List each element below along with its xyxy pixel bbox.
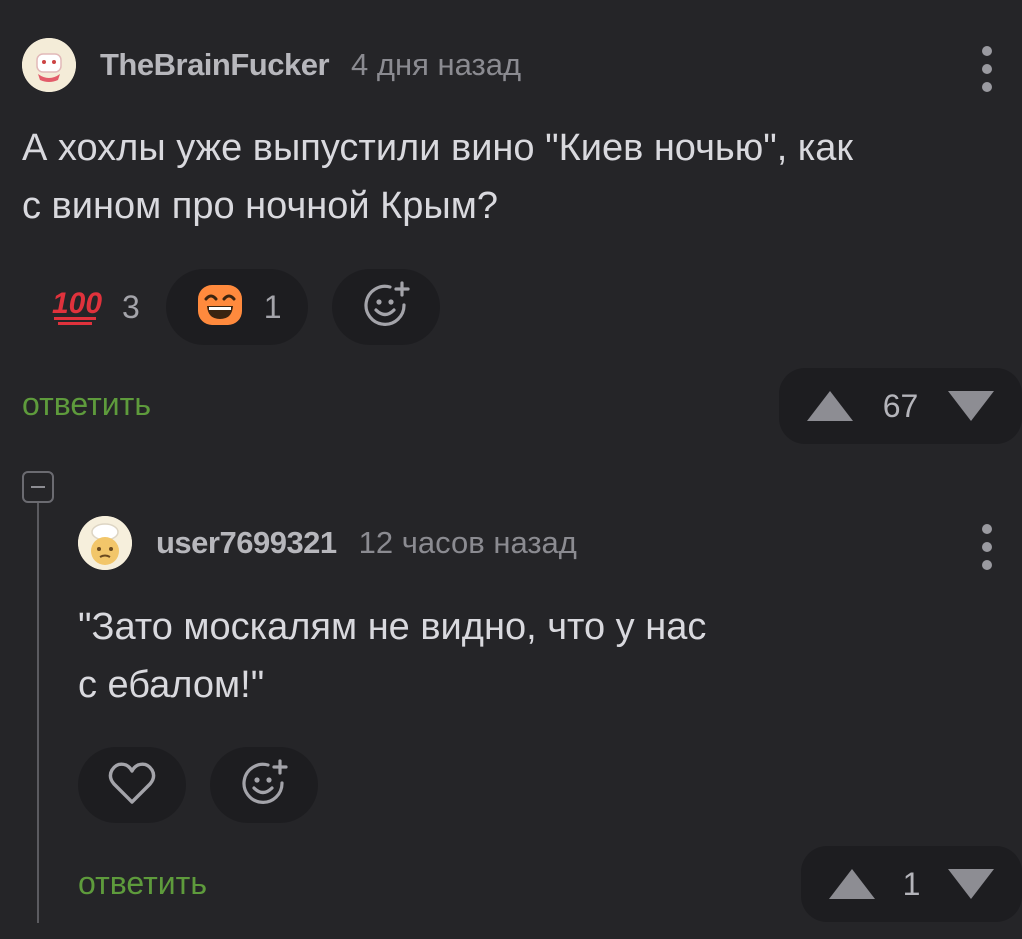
add-reaction-button[interactable]	[210, 747, 318, 823]
reply-text-line: с ебалом!"	[78, 664, 265, 706]
comment-text-line: А хохлы уже выпустили вино "Киев ночью",…	[22, 127, 854, 169]
rating-score: 1	[902, 865, 921, 902]
reply-text-line: "Зато москалям не видно, что у нас	[78, 606, 707, 648]
downvote-icon[interactable]	[948, 391, 994, 421]
vote-control: 67	[779, 368, 1022, 444]
vote-control: 1	[801, 846, 1022, 922]
author-name[interactable]: TheBrainFucker	[100, 47, 330, 83]
downvote-icon[interactable]	[947, 869, 994, 899]
more-options-icon[interactable]	[981, 46, 993, 92]
reply-header: user7699321 12 часов назад	[78, 516, 577, 570]
svg-text:100: 100	[52, 287, 102, 320]
comment-time: 4 дня назад	[351, 47, 522, 82]
reply-text: "Зато москалям не видно, что у нас с еба…	[78, 598, 706, 714]
comments-thread: TheBrainFucker 4 дня назад А хохлы уже в…	[0, 0, 1022, 939]
grinning-face-icon	[196, 281, 244, 334]
rating-score: 67	[882, 387, 919, 424]
author-name[interactable]: user7699321	[156, 525, 337, 561]
add-reaction-button[interactable]	[331, 269, 440, 345]
thread-line[interactable]	[37, 503, 39, 923]
reply-time: 12 часов назад	[358, 525, 577, 560]
upvote-icon[interactable]	[829, 869, 875, 899]
reaction-grin[interactable]: 1	[165, 269, 308, 345]
reply-button[interactable]: ответить	[78, 865, 207, 902]
comment-header: TheBrainFucker 4 дня назад	[22, 38, 521, 92]
avatar[interactable]	[22, 38, 76, 92]
comment-text: А хохлы уже выпустили вино "Киев ночью",…	[22, 119, 853, 235]
add-emoji-icon	[238, 757, 290, 814]
minus-icon	[31, 486, 45, 488]
reaction-count: 3	[122, 288, 140, 325]
reaction-bar: 100 3 1	[26, 269, 440, 345]
reaction-hundred[interactable]: 100 3	[26, 269, 166, 345]
reaction-count: 1	[263, 288, 282, 325]
heart-icon	[107, 760, 157, 811]
more-options-icon[interactable]	[981, 524, 993, 570]
reply-reaction-bar	[78, 747, 318, 823]
reply-button[interactable]: ответить	[22, 386, 151, 423]
upvote-icon[interactable]	[807, 391, 853, 421]
comment-text-line: с вином про ночной Крым?	[22, 185, 499, 227]
hundred-points-icon: 100	[50, 283, 102, 332]
collapse-thread-button[interactable]	[22, 471, 54, 503]
like-button[interactable]	[78, 747, 186, 823]
avatar[interactable]	[78, 516, 132, 570]
add-emoji-icon	[360, 279, 412, 336]
